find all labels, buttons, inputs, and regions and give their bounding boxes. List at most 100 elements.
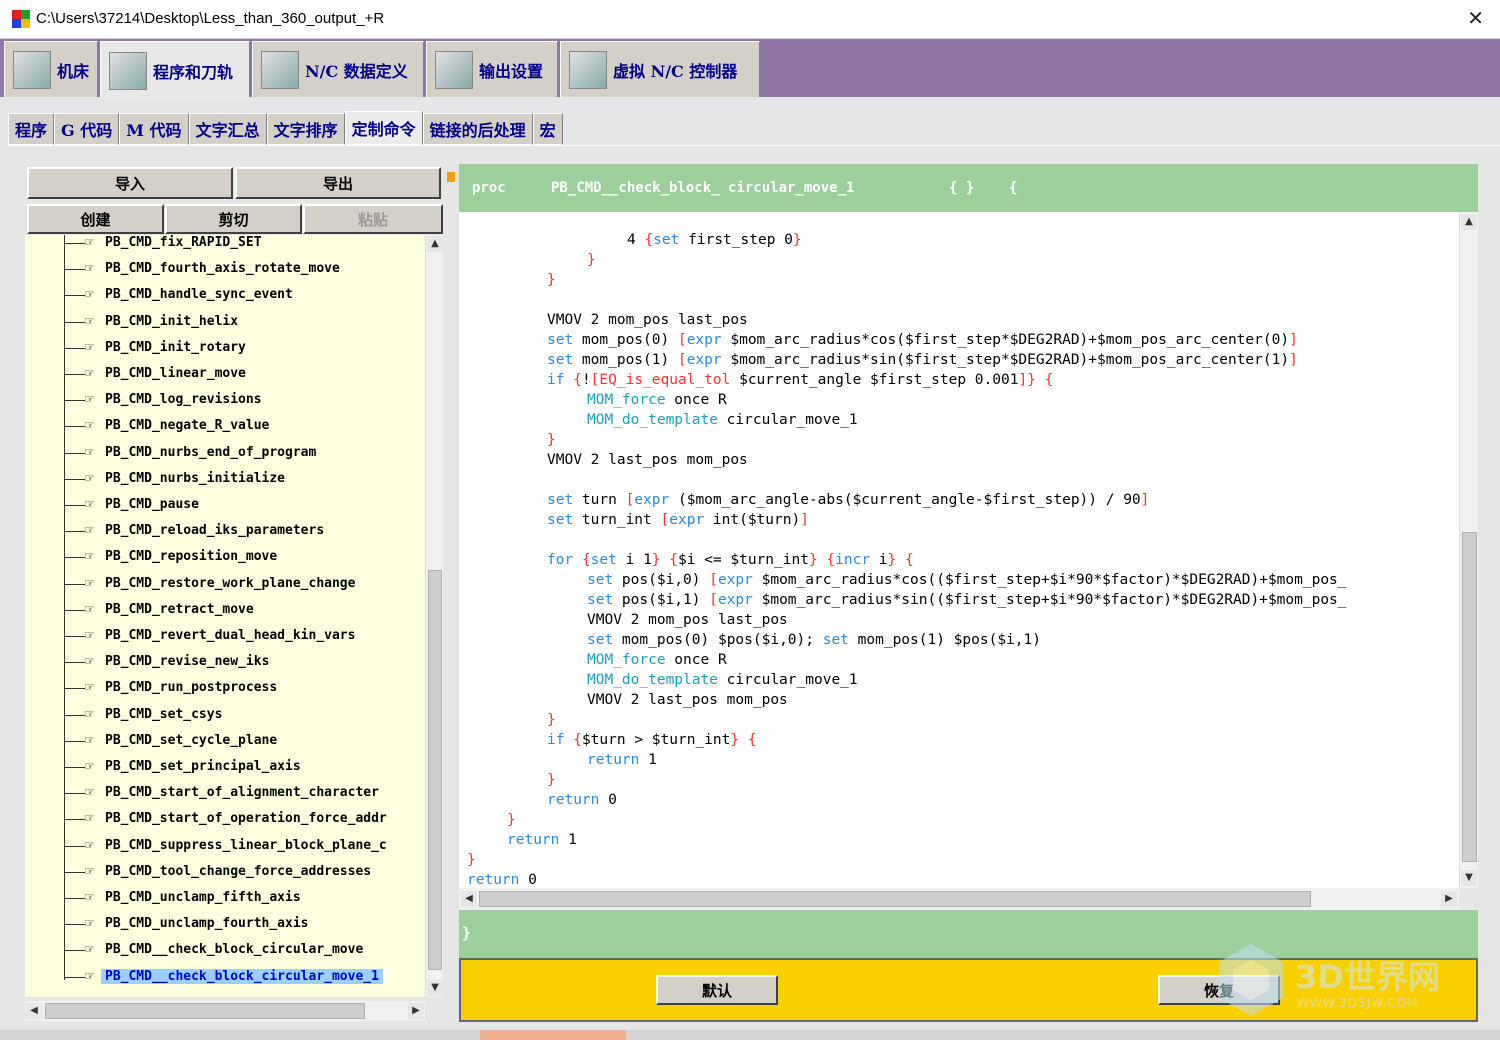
pointing-hand-icon: ☞: [85, 730, 95, 749]
tree-branch-line: [65, 243, 85, 244]
status-strip: [0, 1030, 1500, 1040]
scroll-down-icon[interactable]: ▼: [427, 980, 443, 996]
tree-vertical-scrollbar[interactable]: ▲ ▼: [425, 235, 443, 997]
pointing-hand-icon: ☞: [85, 495, 95, 513]
pointing-hand-icon: ☞: [85, 364, 95, 382]
tree-item-label: PB_CMD_reposition_move: [105, 549, 278, 565]
code-vertical-scrollbar[interactable]: ▲ ▼: [1459, 212, 1478, 888]
tab-virtual-nc-controller[interactable]: 虚拟 N/C 控制器: [560, 41, 760, 97]
tree-item-label: PB_CMD_set_principal_axis: [105, 759, 301, 774]
tab-program-toolpath[interactable]: 程序和刀轨: [100, 41, 250, 99]
tree-branch-line: [65, 819, 85, 821]
tab-label: N/C 数据定义: [305, 61, 408, 81]
tree-item-label: PB_CMD_revert_dual_head_kin_vars: [105, 628, 356, 643]
pointing-hand-icon: ☞: [85, 285, 95, 304]
pointing-hand-icon: ☞: [85, 235, 95, 251]
nc-data-definition-icon: [261, 50, 299, 89]
pointing-hand-icon: ☞: [85, 940, 95, 959]
tree-item-label: PB_CMD_tool_change_force_addresses: [105, 863, 372, 879]
window-titlebar: C:\Users\37214\Desktop\Less_than_360_out…: [0, 0, 1500, 39]
import-button[interactable]: 导入: [27, 167, 233, 199]
tree-item-label: PB_CMD_set_cycle_plane: [105, 732, 278, 748]
scroll-thumb[interactable]: [428, 570, 442, 970]
scroll-right-icon[interactable]: ▶: [408, 1003, 424, 1019]
tree-item-label: PB_CMD_fix_RAPID_SET: [105, 235, 262, 250]
cut-button[interactable]: 剪切: [165, 204, 302, 234]
tree-item-label: PB_CMD_handle_sync_event: [105, 287, 293, 303]
proc-header: proc PB_CMD__check_block_ circular_move_…: [459, 164, 1478, 212]
tree-item-label: PB_CMD_revise_new_iks: [105, 654, 270, 670]
tree-item-label: PB_CMD_set_csys: [105, 706, 223, 722]
tab-output-settings[interactable]: 输出设置: [426, 41, 558, 97]
tree-branch-line: [65, 662, 85, 664]
paste-button[interactable]: 粘贴: [303, 204, 443, 234]
code-line: set pos($i,0) [expr $mom_arc_radius*cos(…: [587, 572, 1347, 588]
tree-item-label: PB_CMD_unclamp_fifth_axis: [105, 890, 301, 905]
tab-program[interactable]: 程序: [8, 113, 55, 145]
tree-branch-line: [65, 767, 85, 768]
scroll-down-icon[interactable]: ▼: [1461, 870, 1477, 886]
default-button[interactable]: 默认: [656, 975, 778, 1005]
tree-connector-line: [64, 235, 65, 980]
tab-machine-tool[interactable]: 机床: [4, 41, 98, 97]
tab-macro[interactable]: 宏: [532, 113, 563, 145]
cube-logo-icon: [1219, 944, 1283, 1016]
tab-nc-data-definition[interactable]: N/C 数据定义: [252, 41, 424, 97]
export-button[interactable]: 导出: [235, 167, 441, 199]
pointing-hand-icon: ☞: [85, 757, 95, 775]
tree-branch-line: [65, 426, 85, 428]
custom-command-tree[interactable]: ☞ PB_CMD_fix_RAPID_SET ☞ PB_CMD_fourth_axis…: [25, 235, 425, 997]
sub-tab-bar: 程序 G 代码 M 代码 文字汇总 文字排序 定制命令 链接的后处理 宏: [8, 111, 563, 145]
pointing-hand-icon: ☞: [85, 416, 95, 435]
tree-branch-line: [65, 295, 85, 297]
tab-custom-command[interactable]: 定制命令: [344, 111, 423, 145]
tree-branch-line: [65, 321, 85, 323]
tab-label: 输出设置: [479, 61, 544, 81]
tree-item-label: PB_CMD_negate_R_value: [105, 418, 270, 434]
create-button[interactable]: 创建: [27, 204, 164, 234]
tree-item-label: PB_CMD_run_postprocess: [105, 680, 278, 696]
tree-branch-line: [65, 871, 85, 873]
tree-branch-line: [65, 740, 85, 742]
code-line: }: [467, 852, 476, 868]
tab-g-code[interactable]: G 代码: [54, 113, 120, 145]
program-toolpath-icon: [109, 51, 147, 90]
tab-linked-posts[interactable]: 链接的后处理: [422, 113, 533, 145]
close-icon[interactable]: ✕: [1467, 6, 1484, 30]
pointing-hand-icon: ☞: [85, 390, 95, 409]
code-line: MOM_do_template circular_move_1: [587, 672, 858, 688]
printer-icon: [435, 50, 473, 89]
tree-horizontal-scrollbar[interactable]: ◀ ▶: [25, 1001, 425, 1021]
watermark-text: 3D世界网: [1295, 958, 1440, 996]
tab-m-code[interactable]: M 代码: [119, 113, 189, 145]
tree-branch-line: [65, 950, 85, 952]
scroll-left-icon[interactable]: ◀: [461, 891, 477, 907]
code-line: MOM_force once R: [587, 652, 727, 668]
scroll-up-icon[interactable]: ▲: [427, 236, 443, 252]
code-editor[interactable]: 4 {set first_step 0}}} VMOV 2 mom_pos las…: [459, 212, 1459, 888]
tab-word-summary[interactable]: 文字汇总: [188, 113, 267, 145]
pointing-hand-icon: ☞: [85, 652, 95, 671]
tab-label: 程序和刀轨: [153, 62, 234, 82]
scroll-right-icon[interactable]: ▶: [1441, 891, 1457, 907]
tree-branch-line: [65, 347, 85, 349]
code-line: return 1: [507, 832, 577, 848]
code-line: VMOV 2 last_pos mom_pos: [547, 452, 748, 468]
scroll-thumb[interactable]: [1462, 532, 1477, 862]
proc-name: PB_CMD__check_block_ circular_move_1: [551, 180, 855, 196]
tree-item-label: PB_CMD_nurbs_end_of_program: [105, 444, 317, 460]
tree-item-label: PB_CMD_restore_work_plane_change: [105, 575, 356, 591]
app-icon: [12, 10, 30, 28]
code-line: MOM_force once R: [587, 392, 727, 408]
code-horizontal-scrollbar[interactable]: ◀ ▶: [459, 888, 1459, 910]
scroll-left-icon[interactable]: ◀: [26, 1003, 42, 1019]
code-line: set turn_int [expr int($turn)]: [547, 512, 809, 528]
tree-branch-line: [65, 714, 85, 716]
scroll-thumb[interactable]: [479, 891, 1311, 907]
scroll-thumb[interactable]: [45, 1003, 365, 1019]
code-line: }: [587, 252, 596, 268]
scroll-up-icon[interactable]: ▲: [1461, 214, 1477, 230]
pointing-hand-icon: ☞: [85, 547, 95, 566]
tab-word-sequence[interactable]: 文字排序: [266, 113, 345, 145]
splitter-handle[interactable]: [447, 172, 455, 182]
